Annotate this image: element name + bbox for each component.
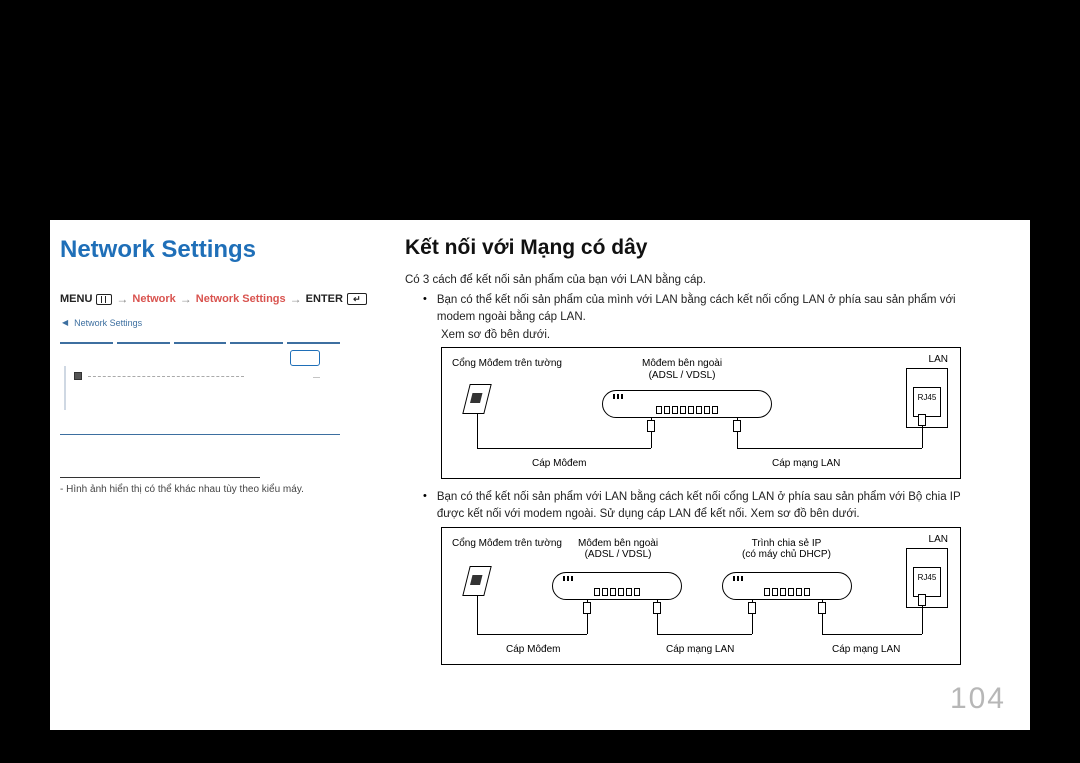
ui-preview: ◀ Network Settings —	[60, 316, 340, 435]
arrow-icon: →	[116, 292, 128, 306]
bullet-1: • Bạn có thể kết nối sản phẩm của mình v…	[405, 292, 975, 325]
ui-tabs	[60, 330, 340, 344]
label-rj45: RJ45	[918, 573, 937, 582]
page-number: 104	[950, 682, 1006, 716]
bullet-2-text: Bạn có thể kết nối sản phẩm với LAN bằng…	[437, 489, 975, 522]
rj45-plug-icon	[733, 420, 741, 432]
menu-icon	[96, 294, 112, 305]
ipsharer-device-icon	[722, 572, 852, 600]
label-lan-cable: Cáp mạng LAN	[772, 458, 840, 470]
modem-device-icon	[552, 572, 682, 600]
left-column: Network Settings MENU → Network → Networ…	[60, 236, 390, 495]
square-icon	[74, 372, 82, 380]
label-ipsharer: Trình chia sẻ IP (có máy chủ DHCP)	[742, 538, 831, 561]
label-wall-port: Cổng Môđem trên tường	[452, 538, 562, 550]
rj45-plug-icon	[647, 420, 655, 432]
breadcrumb: MENU → Network → Network Settings → ENTE…	[60, 292, 390, 306]
label-modem: Môđem bên ngoài (ADSL / VDSL)	[578, 538, 658, 561]
bullet-1-text: Bạn có thể kết nối sản phẩm của mình với…	[437, 292, 975, 325]
label-lan: LAN	[929, 534, 948, 546]
intro-text: Có 3 cách để kết nối sản phẩm của bạn vớ…	[405, 274, 975, 286]
lan-port-icon: LAN RJ45	[906, 368, 948, 428]
footnote: - Hình ảnh hiển thị có thể khác nhau tùy…	[60, 484, 390, 495]
label-wall-port: Cổng Môđem trên tường	[452, 358, 562, 370]
arrow-icon: →	[290, 292, 302, 306]
wall-port-icon	[466, 384, 488, 414]
diagram-1: Cổng Môđem trên tường Môđem bên ngoài (A…	[441, 347, 961, 479]
enter-icon: ↵	[347, 293, 367, 305]
back-icon: ◀	[62, 319, 68, 327]
label-rj45: RJ45	[918, 393, 937, 402]
bullet-icon: •	[423, 292, 427, 325]
diagram-2: Cổng Môđem trên tường Môđem bên ngoài (A…	[441, 527, 961, 665]
breadcrumb-settings: Network Settings	[196, 293, 286, 305]
label-lan-cable-2: Cáp mạng LAN	[832, 644, 900, 656]
label-lan-cable: Cáp mạng LAN	[666, 644, 734, 656]
wall-port-icon	[466, 566, 488, 596]
rj45-plug-icon	[918, 594, 926, 606]
rj45-plug-icon	[918, 414, 926, 426]
chip-icon	[290, 350, 320, 366]
label-lan: LAN	[929, 354, 948, 366]
rj45-plug-icon	[583, 602, 591, 614]
arrow-icon: →	[180, 292, 192, 306]
bullet-1-sub: Xem sơ đồ bên dưới.	[405, 329, 975, 341]
ui-body: —	[60, 344, 340, 434]
ui-preview-title: Network Settings	[74, 318, 142, 328]
label-modem-cable: Cáp Môđem	[506, 644, 560, 656]
breadcrumb-enter: ENTER	[306, 293, 343, 305]
modem-device-icon	[602, 390, 772, 418]
bullet-2: • Bạn có thể kết nối sản phẩm với LAN bằ…	[405, 489, 975, 522]
label-modem: Môđem bên ngoài (ADSL / VDSL)	[642, 358, 722, 381]
right-column: Kết nối với Mạng có dây Có 3 cách để kết…	[405, 236, 975, 675]
rj45-plug-icon	[748, 602, 756, 614]
divider	[60, 477, 260, 478]
label-modem-cable: Cáp Môđem	[532, 458, 586, 470]
rj45-plug-icon	[818, 602, 826, 614]
subheading: Kết nối với Mạng có dây	[405, 236, 975, 260]
manual-page: Network Settings MENU → Network → Networ…	[50, 220, 1030, 730]
bullet-icon: •	[423, 489, 427, 522]
breadcrumb-network: Network	[132, 293, 175, 305]
section-title: Network Settings	[60, 236, 390, 264]
breadcrumb-menu: MENU	[60, 293, 92, 305]
rj45-plug-icon	[653, 602, 661, 614]
lan-port-icon: RJ45	[906, 548, 948, 608]
